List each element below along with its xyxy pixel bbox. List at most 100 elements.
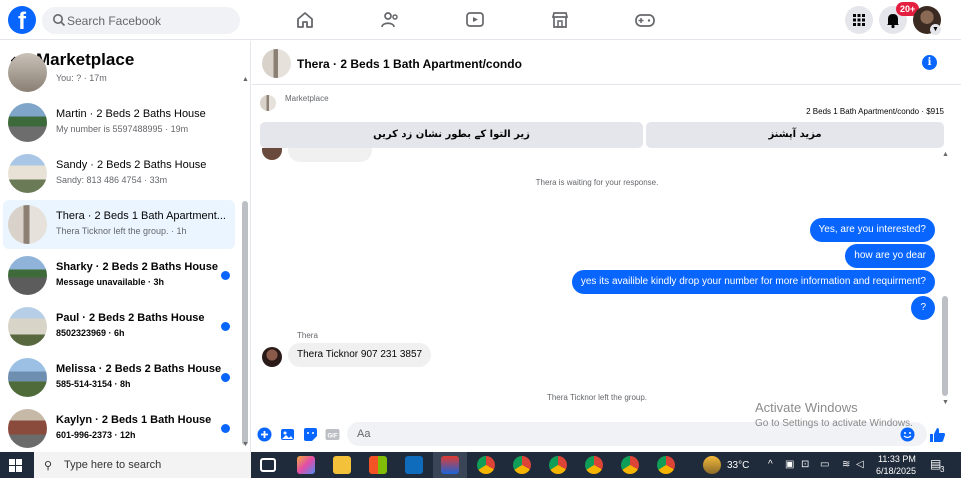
top-bar: f 20+ ▼ <box>0 0 961 40</box>
listing-thumbnail <box>8 409 47 448</box>
chevron-down-icon[interactable]: ▼ <box>930 24 941 35</box>
waiting-notice: Thera is waiting for your response. <box>535 178 659 187</box>
listing-title-price[interactable]: 2 Beds 1 Bath Apartment/condo · $915 <box>806 107 944 116</box>
listing-thumbnail <box>8 307 47 346</box>
info-icon[interactable]: i <box>922 55 937 70</box>
message-composer: GIF <box>252 419 961 452</box>
conversation-item-melissa[interactable]: Melissa · 2 Beds 2 Baths House 585-514-3… <box>3 353 235 402</box>
chrome-icon[interactable] <box>621 456 639 474</box>
chat-title[interactable]: Thera · 2 Beds 1 Bath Apartment/condo <box>297 57 522 71</box>
menu-button[interactable] <box>845 6 873 34</box>
incoming-message-partial <box>288 148 372 162</box>
app-icon[interactable] <box>441 456 459 474</box>
notification-count: 3 <box>940 465 945 474</box>
outgoing-message[interactable]: yes its availible kindly drop your numbe… <box>571 270 935 294</box>
chrome-icon[interactable] <box>513 456 531 474</box>
conversation-item-martin[interactable]: Martin · 2 Beds 2 Baths House My number … <box>3 98 235 147</box>
home-icon[interactable] <box>293 8 317 32</box>
video-icon[interactable] <box>463 8 487 32</box>
listing-thumbnail <box>260 95 276 111</box>
friends-icon[interactable] <box>378 8 402 32</box>
chevron-up-icon[interactable]: ^ <box>768 459 773 471</box>
sticker-icon[interactable] <box>303 427 318 442</box>
scroll-up-arrow-icon[interactable]: ▲ <box>942 151 949 158</box>
gif-icon[interactable]: GIF <box>325 427 340 442</box>
chrome-icon[interactable] <box>477 456 495 474</box>
tray-icon[interactable]: ⊡ <box>801 459 809 471</box>
conversation-preview: Sandy: 813 486 4754 · 33m <box>56 175 168 185</box>
conversation-name: Thera · 2 Beds 1 Bath Apartment... <box>56 210 226 222</box>
search-input[interactable] <box>67 7 232 34</box>
conversation-preview: My number is 5597488995 · 19m <box>56 124 189 134</box>
sender-name: Thera <box>297 331 318 340</box>
sidebar-scrollbar[interactable] <box>242 201 248 445</box>
plus-circle-icon[interactable] <box>257 427 272 442</box>
scroll-up-arrow-icon[interactable]: ▲ <box>242 76 249 83</box>
grid-menu-icon <box>853 14 865 26</box>
chat-avatar[interactable] <box>262 49 291 78</box>
outgoing-message[interactable]: Yes, are you interested? <box>809 218 935 242</box>
incoming-message[interactable]: Thera Ticknor 907 231 3857 <box>288 343 432 367</box>
left-group-notice: Thera Ticknor left the group. <box>546 393 648 402</box>
windows-start-icon[interactable] <box>9 459 22 472</box>
message-input[interactable] <box>347 422 927 446</box>
clock-date[interactable]: 6/18/2025 <box>876 466 916 476</box>
more-options-button[interactable]: مزید آپشنز <box>646 122 944 148</box>
scroll-down-arrow-icon[interactable]: ▼ <box>242 441 249 448</box>
conversation-item-kaylyn[interactable]: Kaylyn · 2 Beds 1 Bath House 601-996-237… <box>3 404 235 452</box>
volume-icon[interactable]: ◁ <box>856 459 864 471</box>
taskbar-search[interactable]: ⚲ <box>34 452 251 478</box>
clock-time[interactable]: 11:33 PM <box>878 454 916 464</box>
chrome-icon[interactable] <box>585 456 603 474</box>
search-icon <box>53 14 66 27</box>
conversation-name: Martin · 2 Beds 2 Baths House <box>56 108 206 120</box>
conversation-preview: You: ? · 17m <box>56 73 107 83</box>
marketplace-label: Marketplace <box>285 94 329 103</box>
chrome-icon[interactable] <box>657 456 675 474</box>
outgoing-message[interactable]: how are yo dear <box>845 244 935 268</box>
conversation-item-sandy[interactable]: Sandy · 2 Beds 2 Baths House Sandy: 813 … <box>3 149 235 198</box>
conversation-item-sharky[interactable]: Sharky · 2 Beds 2 Baths House Message un… <box>3 251 235 300</box>
weather-icon[interactable] <box>703 456 721 474</box>
wifi-icon[interactable]: ≋ <box>842 459 850 471</box>
unread-dot <box>221 424 230 433</box>
taskbar-search-input[interactable] <box>64 452 244 478</box>
outlook-icon[interactable] <box>405 456 423 474</box>
conversation-name: Paul · 2 Beds 2 Baths House <box>56 312 205 324</box>
store-icon[interactable] <box>369 456 387 474</box>
gaming-icon[interactable] <box>633 8 657 32</box>
search-box[interactable] <box>42 7 240 34</box>
conversation-preview: Message unavailable · 3h <box>56 277 165 287</box>
mark-pending-button[interactable]: زیر التوا کے بطور نشان زد کریں <box>260 122 643 148</box>
task-view-icon[interactable] <box>260 458 276 472</box>
unread-dot <box>221 271 230 280</box>
conversation-name: Sharky · 2 Beds 2 Baths House <box>56 261 219 273</box>
facebook-logo-icon[interactable]: f <box>8 6 36 34</box>
copilot-icon[interactable] <box>297 456 315 474</box>
marketplace-icon[interactable] <box>548 8 572 32</box>
conversation-preview: Thera Ticknor left the group. · 1h <box>56 226 187 236</box>
conversation-preview: 8502323969 · 6h <box>56 328 125 338</box>
emoji-icon[interactable] <box>900 427 915 442</box>
sender-avatar[interactable] <box>262 347 282 367</box>
scroll-down-arrow-icon[interactable]: ▼ <box>942 399 949 406</box>
conversation-item-thera[interactable]: Thera · 2 Beds 1 Bath Apartment... Thera… <box>3 200 235 249</box>
listing-thumbnail <box>8 205 47 244</box>
listing-thumbnail <box>8 358 47 397</box>
search-icon: ⚲ <box>44 460 53 472</box>
tray-icon[interactable]: ▣ <box>785 459 794 471</box>
outgoing-message[interactable]: ? <box>911 296 935 320</box>
conversation-item-paul[interactable]: Paul · 2 Beds 2 Baths House 8502323969 ·… <box>3 302 235 351</box>
chrome-icon[interactable] <box>549 456 567 474</box>
unread-dot <box>221 322 230 331</box>
svg-text:GIF: GIF <box>328 434 338 440</box>
thumbs-up-icon[interactable] <box>929 426 946 443</box>
photo-icon[interactable] <box>280 427 295 442</box>
listing-thumbnail <box>8 53 47 92</box>
battery-icon[interactable]: ▭ <box>820 459 829 471</box>
file-explorer-icon[interactable] <box>333 456 351 474</box>
weather-temperature[interactable]: 33°C <box>727 460 749 471</box>
listing-thumbnail <box>8 103 47 142</box>
chat-scrollbar[interactable] <box>942 296 948 396</box>
conversation-name: Sandy · 2 Beds 2 Baths House <box>56 159 207 171</box>
